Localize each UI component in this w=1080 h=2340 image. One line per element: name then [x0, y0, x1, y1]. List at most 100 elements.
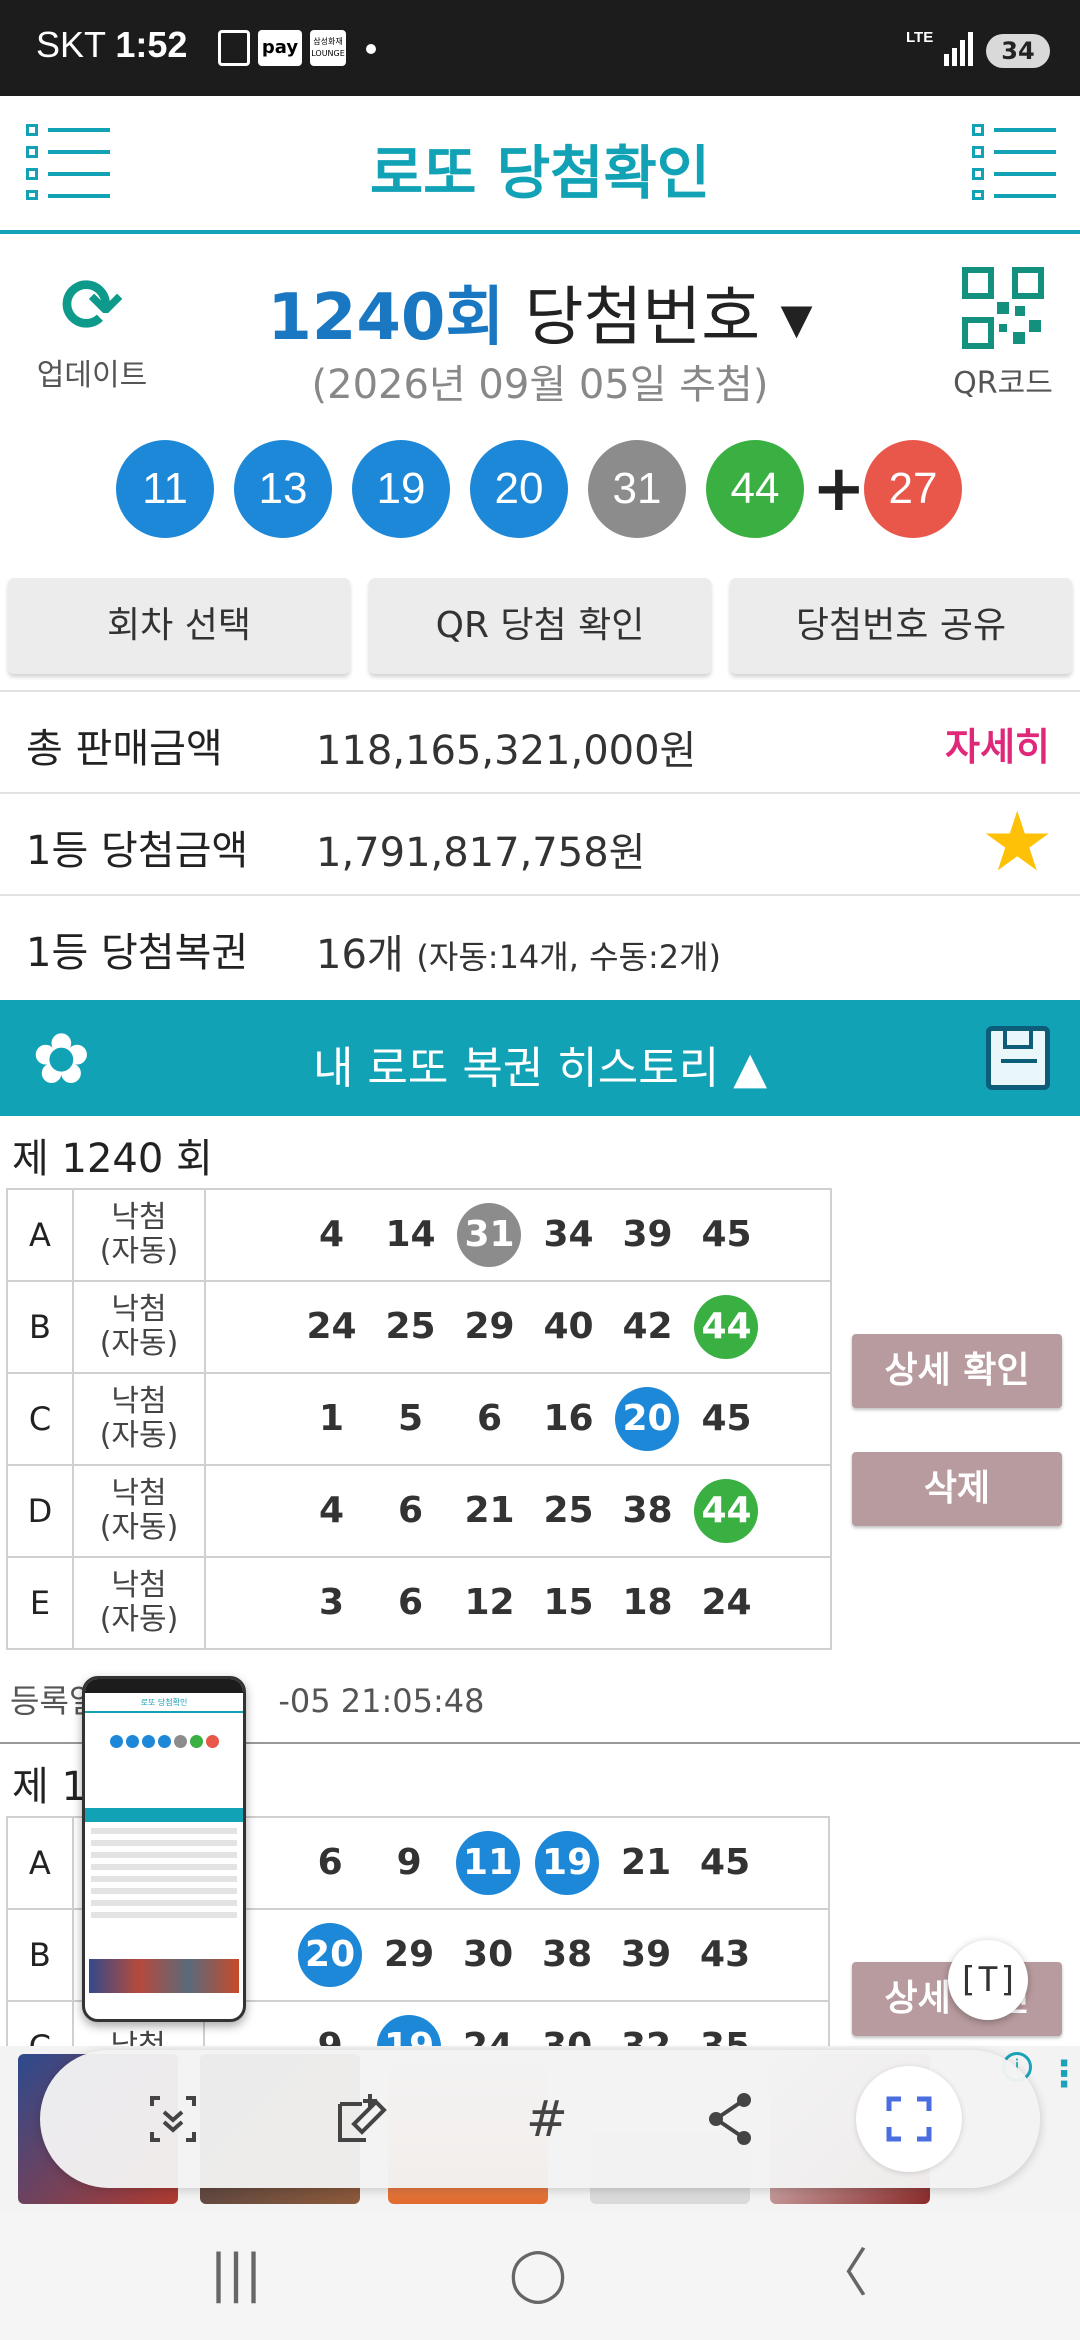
bonus-ball: 27 [864, 440, 962, 538]
ticket-number: 24 [449, 2015, 528, 2046]
recent-apps-icon[interactable]: ||| [186, 2242, 286, 2306]
ticket-row: A 낙첨 (자동) 4 14 31 34 39 45 [6, 1188, 832, 1282]
right-menu-icon[interactable] [972, 124, 1056, 200]
ticket-number: 32 [607, 2015, 686, 2046]
total-sales-label: 총 판매금액 [26, 726, 223, 772]
thumbnail-title: 로또 당첨확인 [140, 1698, 188, 1707]
ticket-number-text: 9 [318, 2026, 343, 2046]
draw-selector[interactable]: 1240회 당첨번호 ▾ [0, 266, 1080, 358]
first-prize-row: 1등 당첨금액 1,791,817,758원 ★ [0, 792, 1080, 894]
ticket-number-text: 44 [701, 1490, 752, 1531]
ticket-number: 45 [686, 1831, 765, 1895]
first-winners-label: 1등 당첨복권 [26, 930, 249, 976]
ticket-number: 34 [529, 1203, 608, 1267]
draw-title-text: 당첨번호 ▾ [524, 281, 813, 355]
ticket-result: 낙첨 (자동) [72, 1556, 206, 1650]
ticket-number: 9 [370, 1831, 449, 1895]
screenshot-icon [218, 30, 250, 66]
ticket-number: 39 [608, 1203, 687, 1267]
more-options-icon[interactable]: ⋮ [1046, 2054, 1080, 2095]
ticket-letter: D [6, 1464, 74, 1558]
winning-ball: 31 [588, 440, 686, 538]
ticket-numbers: 4 14 31 34 39 45 [204, 1188, 832, 1282]
ticket-number-text: 34 [543, 1214, 594, 1255]
ticket-number: 16 [529, 1387, 608, 1451]
bonus-plus: + [812, 452, 866, 526]
detail-link[interactable]: 자세히 [945, 716, 1050, 771]
ticket-letter: A [6, 1816, 74, 1910]
ticket-row: C 낙첨 (자동) 1 5 6 16 20 45 [6, 1372, 832, 1466]
scroll-capture-icon[interactable] [138, 2084, 208, 2154]
ticket-number-text: 40 [543, 1306, 594, 1347]
ticket-number-text: 45 [701, 1398, 752, 1439]
back-icon[interactable]: 〈 [792, 2242, 892, 2306]
qr-code-button[interactable]: QR코드 [948, 266, 1058, 402]
ticket-result-text: 낙첨 [111, 1292, 167, 1327]
screenshot-thumbnail[interactable]: 로또 당첨확인 [82, 1676, 246, 2022]
ticket-number: 38 [608, 1479, 687, 1543]
ticket-number-text: 43 [700, 1934, 751, 1975]
carrier-label: SKT [36, 24, 106, 65]
save-icon[interactable] [986, 1026, 1050, 1090]
ticket-number-text: 6 [397, 1582, 424, 1623]
ticket-number-text: 9 [396, 1842, 422, 1883]
status-time: SKT 1:52 [36, 24, 187, 66]
ticket-result: 낙첨 (자동) [72, 1464, 206, 1558]
ticket-number: 3 [292, 1571, 371, 1635]
winning-ball: 11 [116, 440, 214, 538]
share-numbers-button[interactable]: 당첨번호 공유 [730, 578, 1072, 674]
ticket-number: 45 [687, 1203, 766, 1267]
ticket-number-text: 35 [700, 2026, 750, 2046]
qr-code-label: QR코드 [953, 366, 1053, 401]
first-winners-row: 1등 당첨복권 16개 (자동:14개, 수동:2개) [0, 894, 1080, 1000]
detail-check-button[interactable]: 상세 확인 [852, 1334, 1062, 1408]
ticket-number: 29 [370, 1923, 449, 1987]
ticket-letter: A [6, 1188, 74, 1282]
delete-button[interactable]: 삭제 [852, 1452, 1062, 1526]
select-round-button[interactable]: 회차 선택 [8, 578, 350, 674]
ticket-number-text: 38 [542, 1934, 593, 1975]
ticket-number-text: 24 [701, 1582, 752, 1623]
ticket-result-text: 낙첨 [111, 1200, 167, 1235]
matched-number: 20 [291, 1923, 370, 1987]
ticket-number-text: 25 [385, 1306, 436, 1347]
ticket-number: 5 [371, 1387, 450, 1451]
matched-number: 19 [370, 2015, 449, 2046]
ticket-number-text: 14 [385, 1214, 436, 1255]
hashtag-icon[interactable]: # [512, 2084, 582, 2154]
ticket-number: 21 [607, 1831, 686, 1895]
ticket-number: 1 [292, 1387, 371, 1451]
qr-check-button[interactable]: QR 당첨 확인 [369, 578, 711, 674]
matched-number: 19 [528, 1831, 607, 1895]
winning-ball: 44 [706, 440, 804, 538]
ticket-number: 6 [371, 1479, 450, 1543]
ticket-number: 29 [450, 1295, 529, 1359]
ticket-number: 30 [449, 1923, 528, 1987]
ticket-number-text: 12 [464, 1582, 515, 1623]
capture-icon[interactable] [856, 2066, 962, 2172]
ticket-numbers: 20 29 30 38 39 43 [202, 1908, 830, 2002]
ticket-number-text: 45 [700, 1842, 751, 1883]
ticket-result-text: 낙첨 [74, 2030, 203, 2047]
edit-icon[interactable] [326, 2084, 396, 2154]
ticket-result-text: 낙첨 [111, 1568, 167, 1603]
history-header[interactable]: ✿ 내 로또 복권 히스토리 ▲ [0, 1000, 1080, 1116]
ticket-number: 39 [607, 1923, 686, 1987]
share-icon[interactable] [696, 2084, 766, 2154]
ticket-number-text: 5 [397, 1398, 424, 1439]
history-round-label-2: 제 1 [12, 1764, 87, 1810]
matched-number: 31 [450, 1203, 529, 1267]
ticket-number-text: 30 [463, 1934, 514, 1975]
star-icon[interactable]: ★ [980, 798, 1054, 888]
battery-icon: 34 [986, 34, 1050, 68]
ticket-number-text: 29 [464, 1306, 515, 1347]
ticket-number-text: 38 [622, 1490, 673, 1531]
first-winners-detail: (자동:14개, 수동:2개) [416, 938, 722, 976]
ticket-number: 15 [529, 1571, 608, 1635]
ticket-numbers: 9 19 24 30 32 35 [202, 2000, 830, 2046]
ticket-number: 25 [529, 1479, 608, 1543]
home-icon[interactable]: ◯ [488, 2242, 588, 2306]
ticket-number-text: 15 [543, 1582, 594, 1623]
text-extract-icon[interactable]: [T] [948, 1940, 1028, 2020]
ticket-number-text: 25 [543, 1490, 594, 1531]
